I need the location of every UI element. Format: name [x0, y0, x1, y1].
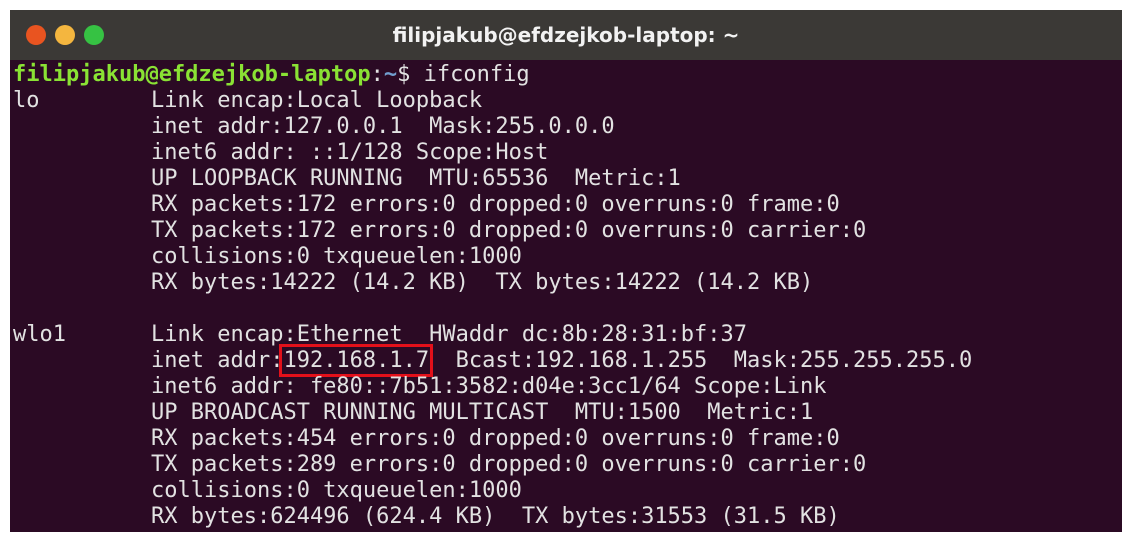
interface-name-wlo1: wlo1: [13, 322, 66, 347]
prompt-colon: :: [370, 62, 384, 87]
prompt-line: filipjakub@efdzejkob-laptop:~$ ifconfig: [13, 62, 530, 88]
wlo1-link-line: Link encap:Ethernet HWaddr dc:8b:28:31:b…: [151, 322, 748, 347]
title-bar[interactable]: filipjakub@efdzejkob-laptop: ~: [10, 10, 1122, 60]
terminal-window: filipjakub@efdzejkob-laptop: ~ filipjaku…: [10, 10, 1122, 532]
lo-line: UP LOOPBACK RUNNING MTU:65536 Metric:1: [151, 166, 681, 191]
prompt-path: ~: [383, 62, 398, 87]
prompt-user-host: filipjakub@efdzejkob-laptop: [13, 62, 371, 87]
wlo1-line: RX packets:454 errors:0 dropped:0 overru…: [151, 426, 840, 451]
lo-line: RX packets:172 errors:0 dropped:0 overru…: [151, 192, 840, 217]
interface-name-lo: lo: [13, 88, 40, 113]
wlo1-line: inet6 addr: fe80::7b51:3582:d04e:3cc1/64…: [151, 374, 827, 399]
wlo1-line: RX bytes:624496 (624.4 KB) TX bytes:3155…: [151, 504, 840, 529]
command-text: ifconfig: [423, 62, 530, 87]
lo-line: RX bytes:14222 (14.2 KB) TX bytes:14222 …: [151, 270, 814, 295]
lo-line: inet6 addr: ::1/128 Scope:Host: [151, 140, 549, 165]
wlo1-line: UP BROADCAST RUNNING MULTICAST MTU:1500 …: [151, 400, 814, 425]
inet-addr-label: inet addr:: [151, 348, 284, 373]
lo-line: collisions:0 txqueuelen:1000: [151, 244, 522, 269]
wlo1-line: collisions:0 txqueuelen:1000: [151, 478, 522, 503]
ip-address-highlight: 192.168.1.7: [279, 344, 434, 377]
wlo1-inet-line: inet addr:192.168.1.7 Bcast:192.168.1.25…: [151, 344, 973, 377]
window-title: filipjakub@efdzejkob-laptop: ~: [392, 23, 740, 47]
terminal-body[interactable]: filipjakub@efdzejkob-laptop:~$ ifconfig …: [10, 60, 1122, 532]
inet-addr-rest: Bcast:192.168.1.255 Mask:255.255.255.0: [429, 348, 973, 373]
lo-line: TX packets:172 errors:0 dropped:0 overru…: [151, 218, 867, 243]
wlo1-line: TX packets:289 errors:0 dropped:0 overru…: [151, 452, 867, 477]
prompt-symbol: $: [397, 62, 424, 87]
lo-line: inet addr:127.0.0.1 Mask:255.0.0.0: [151, 114, 615, 139]
lo-line: Link encap:Local Loopback: [151, 88, 483, 113]
